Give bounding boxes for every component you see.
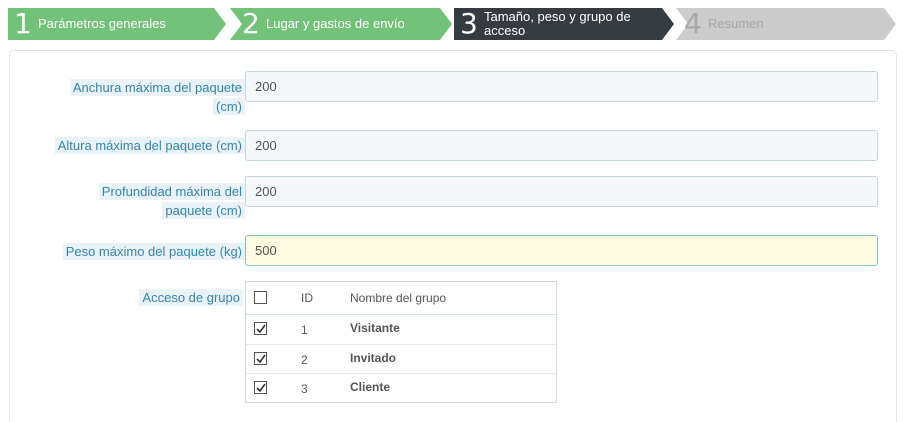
group-checkbox[interactable] [254, 352, 267, 365]
field-label: Anchura máxima del paquete (cm) [45, 78, 245, 116]
group-access-label: Acceso de grupo [43, 288, 243, 307]
group-id: 2 [301, 353, 308, 367]
max-width-input[interactable] [245, 71, 878, 102]
step-number: 2 [242, 7, 260, 40]
checkmark-icon [256, 383, 266, 393]
group-name: Visitante [350, 321, 400, 335]
field-label: Profundidad máxima del paquete (cm) [75, 182, 245, 220]
table-header-row: ID Nombre del grupo [246, 282, 556, 315]
group-id: 3 [301, 382, 308, 396]
table-row: 1 Visitante [246, 315, 556, 344]
form-panel: Anchura máxima del paquete (cm) Altura m… [9, 50, 897, 422]
step-number: 1 [14, 7, 32, 40]
column-header-id: ID [301, 291, 313, 305]
step-label: Lugar y gastos de envío [266, 16, 405, 31]
group-name: Invitado [350, 351, 397, 365]
table-row: 2 Invitado [246, 344, 556, 373]
wizard-steps: 1 Parámetros generales 2 Lugar y gastos … [8, 8, 898, 40]
group-checkbox[interactable] [254, 381, 267, 394]
step-label: Tamaño, peso y grupo de acceso [484, 9, 631, 38]
max-weight-input[interactable] [245, 235, 878, 266]
step-label: Parámetros generales [38, 16, 166, 31]
step-locations-costs[interactable]: 2 Lugar y gastos de envío [230, 8, 452, 40]
field-label: Peso máximo del paquete (kg) [25, 242, 245, 261]
step-general-settings[interactable]: 1 Parámetros generales [8, 8, 226, 40]
table-row: 3 Cliente [246, 373, 556, 402]
max-depth-input[interactable] [245, 176, 878, 207]
step-label: Resumen [708, 16, 764, 31]
checkmark-icon [256, 354, 266, 364]
group-name: Cliente [350, 380, 391, 394]
step-size-weight-group[interactable]: 3 Tamaño, peso y grupo de acceso [454, 8, 676, 40]
field-label: Altura máxima del paquete (cm) [25, 136, 245, 155]
max-height-input[interactable] [245, 130, 878, 161]
group-id: 1 [301, 323, 308, 337]
group-checkbox[interactable] [254, 322, 267, 335]
step-summary[interactable]: 4 Resumen [676, 8, 898, 40]
step-number: 4 [684, 7, 702, 40]
group-access-table: ID Nombre del grupo 1 Visitante 2 Invita… [245, 281, 557, 403]
select-all-checkbox[interactable] [254, 291, 267, 304]
step-number: 3 [460, 7, 478, 40]
checkmark-icon [256, 324, 266, 334]
column-header-name: Nombre del grupo [350, 291, 447, 305]
